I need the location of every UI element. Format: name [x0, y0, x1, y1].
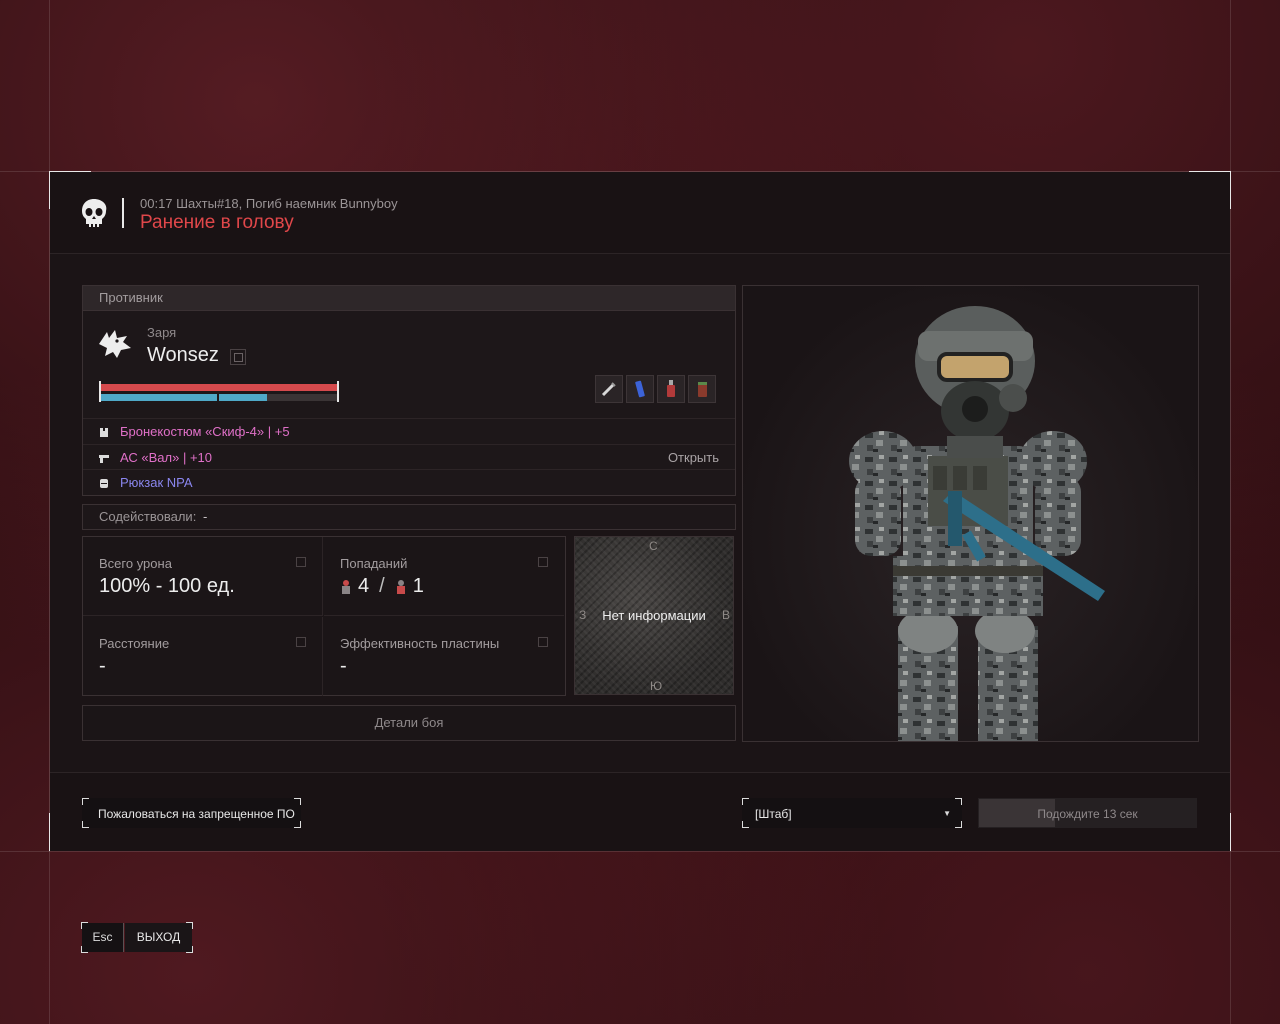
respawn-wait-label: Подождите 13 сек — [1037, 807, 1138, 821]
minimap: С З В Ю Нет информации — [574, 536, 734, 695]
info-icon[interactable] — [296, 557, 306, 567]
footer: Пожаловаться на запрещенное ПО [Штаб] ▼ … — [50, 772, 1230, 851]
equipment-backpack-row[interactable]: Рюкзак NPA — [83, 469, 735, 496]
stat-label: Попаданий — [340, 556, 408, 571]
death-report-panel: 00:17 Шахты#18, Погиб наемник Bunnyboy Р… — [49, 171, 1231, 851]
stat-label: Эффективность пластины — [340, 636, 500, 651]
weapon-bonus: | +10 — [179, 450, 212, 465]
hits-separator: / — [379, 575, 385, 597]
enemy-name: Wonsez — [147, 344, 219, 366]
assist-label: Содействовали: — [99, 509, 197, 524]
armor-name: Бронекостюм «Скиф-4» — [120, 424, 265, 439]
health-bar — [99, 384, 339, 391]
respawn-point-select[interactable]: [Штаб] ▼ — [742, 798, 962, 828]
header: 00:17 Шахты#18, Погиб наемник Bunnyboy Р… — [50, 172, 1230, 254]
bottle-icon[interactable] — [657, 375, 685, 403]
assist-value: - — [203, 509, 208, 524]
header-separator — [122, 198, 124, 228]
exit-label: ВЫХОД — [125, 923, 192, 952]
info-icon[interactable] — [538, 637, 548, 647]
report-cheat-label: Пожаловаться на запрещенное ПО — [98, 807, 295, 821]
compass-north: С — [649, 539, 658, 553]
enemy-character-model — [742, 285, 1199, 742]
body-head-icon — [342, 579, 350, 594]
hits-head-count: 4 — [358, 575, 370, 597]
frame-line-bottom — [0, 851, 1280, 852]
stat-value: 100% - 100 ед. — [99, 575, 235, 597]
hits-body-count: 1 — [412, 575, 424, 597]
info-icon[interactable] — [296, 637, 306, 647]
exit-button[interactable]: Esc ВЫХОД — [81, 922, 193, 953]
stat-hits: Попаданий 4 / 1 — [324, 537, 564, 616]
can-icon[interactable] — [688, 375, 716, 403]
gun-icon — [99, 455, 109, 463]
skull-icon — [82, 199, 107, 227]
stats-grid: Всего урона 100% - 100 ед. Попаданий 4 /… — [82, 536, 566, 696]
enemy-status-bars — [99, 381, 339, 402]
frame-line-right — [1230, 0, 1231, 1024]
bar-tick — [99, 381, 101, 402]
open-equipment-link[interactable]: Открыть — [668, 445, 719, 471]
backpack-icon — [100, 479, 108, 488]
respawn-point-value: [Штаб] — [755, 807, 792, 821]
report-cheat-button[interactable]: Пожаловаться на запрещенное ПО — [82, 798, 301, 828]
soldier-model-image — [849, 306, 1105, 741]
stat-label: Расстояние — [99, 636, 170, 651]
copy-name-icon[interactable] — [230, 349, 246, 365]
armor-bar-divider — [217, 394, 219, 401]
armor-icon — [100, 428, 108, 437]
armor-bonus: | +5 — [264, 424, 290, 439]
armor-bar — [99, 394, 339, 401]
stat-label: Всего урона — [99, 556, 172, 571]
stat-distance: Расстояние - — [83, 617, 323, 696]
weapon-name: АС «Вал» — [120, 450, 180, 465]
equipment-weapon-row[interactable]: АС «Вал» | +10 Открыть — [83, 444, 735, 471]
wolf-faction-icon — [99, 330, 131, 358]
bar-tick — [337, 381, 339, 402]
backpack-name: Рюкзак NPA — [120, 475, 193, 490]
energy-drink-icon[interactable] — [626, 375, 654, 403]
battle-details-button[interactable]: Детали боя — [82, 705, 736, 741]
syringe-icon[interactable] — [595, 375, 623, 403]
assist-row: Содействовали: - — [82, 504, 736, 530]
compass-south: Ю — [650, 679, 663, 693]
info-icon[interactable] — [538, 557, 548, 567]
enemy-card: Противник Заря Wonsez Бронекостюм «Скиф-… — [82, 285, 736, 496]
stat-total-damage: Всего урона 100% - 100 ед. — [83, 537, 323, 616]
respawn-wait-button[interactable]: Подождите 13 сек — [978, 798, 1197, 828]
stat-value: 4 / 1 — [340, 575, 424, 598]
dropdown-arrow-icon: ▼ — [943, 809, 951, 818]
stat-plate-efficiency: Эффективность пластины - — [324, 617, 564, 696]
stat-value: - — [340, 655, 347, 677]
armor-bar-fill — [99, 394, 267, 401]
enemy-faction: Заря — [147, 325, 177, 340]
esc-key-hint: Esc — [82, 923, 124, 952]
event-subtitle: 00:17 Шахты#18, Погиб наемник Bunnyboy — [140, 196, 398, 211]
body-torso-icon — [396, 579, 405, 594]
equipment-armor-row[interactable]: Бронекостюм «Скиф-4» | +5 — [83, 418, 735, 445]
minimap-no-info: Нет информации — [602, 608, 706, 623]
stat-value: - — [99, 655, 106, 677]
death-cause-title: Ранение в голову — [140, 212, 294, 233]
enemy-section-label: Противник — [83, 286, 735, 311]
